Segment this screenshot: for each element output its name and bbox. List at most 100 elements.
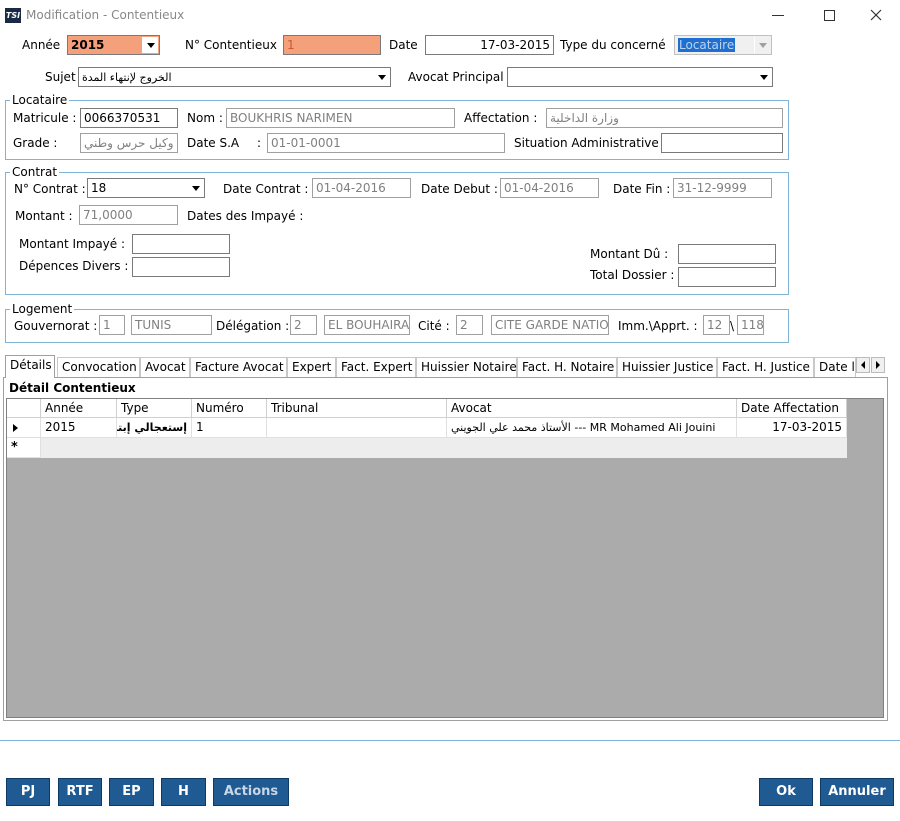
- grade-field[interactable]: وكيل حرس وطني: [80, 133, 178, 153]
- sujet-select[interactable]: الخروج لإنتهاء المدة: [78, 67, 391, 87]
- cite-code-field[interactable]: 2: [456, 315, 483, 335]
- date-fin-label: Date Fin :: [613, 182, 671, 196]
- date-contrat-field[interactable]: 01-04-2016: [312, 178, 411, 198]
- tab-facture-avocat[interactable]: Facture Avocat: [190, 357, 287, 377]
- date-sa-value: 01-01-0001: [271, 136, 341, 150]
- delegation-code: 2: [294, 318, 302, 332]
- delegation-name-field[interactable]: EL BOUHAIRA: [324, 315, 410, 335]
- new-row[interactable]: *: [7, 438, 847, 458]
- date-contrat-label: Date Contrat :: [223, 182, 309, 196]
- dates-impaye-label: Dates des Impayé :: [187, 209, 304, 223]
- tab-scroll-left-button[interactable]: [856, 357, 870, 373]
- gouvernorat-code-field[interactable]: 1: [99, 315, 125, 335]
- ok-button[interactable]: Ok: [759, 778, 813, 806]
- maximize-button[interactable]: [824, 10, 835, 21]
- row-pointer-icon: [13, 423, 18, 432]
- no-contrat-label: N° Contrat :: [14, 182, 86, 196]
- date-field[interactable]: 17-03-2015: [425, 35, 554, 55]
- tab-expert[interactable]: Expert: [287, 357, 336, 377]
- cell-avocat[interactable]: الأستاذ محمد علي الجويني --- MR Mohamed …: [447, 418, 737, 438]
- new-row-marker: *: [7, 438, 41, 458]
- chevron-down-icon[interactable]: [754, 37, 770, 53]
- col-annee[interactable]: Année: [41, 399, 117, 418]
- pj-button[interactable]: PJ: [6, 778, 50, 806]
- matricule-label: Matricule :: [13, 111, 77, 125]
- chevron-down-icon[interactable]: [142, 37, 158, 53]
- close-button[interactable]: [868, 7, 884, 23]
- annuler-button[interactable]: Annuler: [820, 778, 894, 806]
- col-avocat[interactable]: Avocat: [447, 399, 737, 418]
- date-debut-field[interactable]: 01-04-2016: [500, 178, 599, 198]
- no-contentieux-value: 1: [287, 38, 295, 52]
- montant-impaye-field[interactable]: [132, 234, 230, 254]
- cell-annee[interactable]: 2015: [41, 418, 117, 438]
- depences-field[interactable]: [132, 257, 230, 277]
- no-contrat-select[interactable]: 18: [87, 178, 205, 198]
- cell-numero[interactable]: 1: [192, 418, 267, 438]
- date-sa-field[interactable]: 01-01-0001: [267, 133, 505, 153]
- apprt-field[interactable]: 118: [737, 315, 764, 335]
- date-sa-colon: :: [257, 136, 262, 150]
- chevron-down-icon[interactable]: [187, 180, 203, 196]
- avocat-principal-select[interactable]: [507, 67, 773, 87]
- imm-label: Imm.\Apprt. :: [618, 319, 698, 333]
- col-type[interactable]: Type: [117, 399, 192, 418]
- tab-date[interactable]: Date l: [814, 357, 856, 377]
- affectation-field[interactable]: وزارة الداخلية: [546, 108, 783, 128]
- tab-avocat[interactable]: Avocat: [140, 357, 190, 377]
- nom-value: BOUKHRIS NARIMEN: [230, 111, 353, 125]
- sujet-value: الخروج لإنتهاء المدة: [82, 71, 172, 84]
- no-contentieux-field[interactable]: 1: [283, 35, 381, 55]
- montant-du-field[interactable]: [678, 244, 776, 264]
- col-date-affectation[interactable]: Date Affectation: [737, 399, 847, 418]
- ep-button[interactable]: EP: [109, 778, 154, 806]
- tab-details[interactable]: Détails: [5, 355, 55, 378]
- montant-field[interactable]: 71,0000: [79, 205, 178, 225]
- type-concerne-select[interactable]: Locataire: [674, 35, 772, 55]
- tab-huissier-notaire[interactable]: Huissier Notaire: [416, 357, 517, 377]
- actions-button[interactable]: Actions: [213, 778, 289, 806]
- tab-huissier-justice[interactable]: Huissier Justice: [617, 357, 717, 377]
- tab-panel: Détail Contentieux Année Type Numéro Tri…: [3, 377, 888, 721]
- nom-label: Nom :: [187, 111, 223, 125]
- situation-field[interactable]: [661, 133, 783, 153]
- cite-name-field[interactable]: CITE GARDE NATIO: [491, 315, 609, 335]
- type-concerne-label: Type du concerné: [560, 38, 666, 52]
- gouvernorat-label: Gouvernorat :: [14, 319, 98, 333]
- row-selector[interactable]: [7, 418, 41, 438]
- tab-scroll-right-button[interactable]: [871, 357, 885, 373]
- depences-label: Dépences Divers :: [19, 259, 129, 273]
- matricule-field[interactable]: 0066370531: [80, 108, 178, 128]
- gouvernorat-code: 1: [103, 318, 111, 332]
- nom-field[interactable]: BOUKHRIS NARIMEN: [226, 108, 455, 128]
- gouvernorat-name: TUNIS: [135, 318, 172, 332]
- cell-type[interactable]: إستعجالي إبتدائي: [117, 418, 192, 438]
- cell-tribunal[interactable]: [267, 418, 447, 438]
- tab-fact-h-justice[interactable]: Fact. H. Justice: [717, 357, 814, 377]
- rtf-button[interactable]: RTF: [58, 778, 102, 806]
- col-numero[interactable]: Numéro: [192, 399, 267, 418]
- table-row[interactable]: 2015 إستعجالي إبتدائي 1 الأستاذ محمد علي…: [7, 418, 847, 438]
- date-contrat-value: 01-04-2016: [316, 181, 386, 195]
- grade-value: وكيل حرس وطني: [84, 136, 174, 150]
- imm-field[interactable]: 12: [703, 315, 730, 335]
- h-button[interactable]: H: [161, 778, 206, 806]
- app-icon: TSI: [5, 8, 21, 23]
- delegation-code-field[interactable]: 2: [290, 315, 317, 335]
- grid-row-header-corner: [7, 399, 41, 418]
- minimize-button[interactable]: [772, 15, 784, 16]
- chevron-down-icon[interactable]: [755, 69, 771, 85]
- date-fin-value: 31-12-9999: [677, 181, 747, 195]
- gouvernorat-name-field[interactable]: TUNIS: [131, 315, 212, 335]
- date-fin-field[interactable]: 31-12-9999: [673, 178, 772, 198]
- date-sa-label: Date S.A: [187, 136, 240, 150]
- cell-date-affectation[interactable]: 17-03-2015: [737, 418, 847, 438]
- total-dossier-field[interactable]: [678, 267, 776, 287]
- tab-fact-expert[interactable]: Fact. Expert: [336, 357, 416, 377]
- sujet-label: Sujet: [45, 70, 76, 84]
- chevron-down-icon[interactable]: [373, 69, 389, 85]
- annee-select[interactable]: 2015: [67, 35, 160, 55]
- tab-convocation[interactable]: Convocation: [57, 357, 140, 377]
- col-tribunal[interactable]: Tribunal: [267, 399, 447, 418]
- tab-fact-h-notaire[interactable]: Fact. H. Notaire: [517, 357, 617, 377]
